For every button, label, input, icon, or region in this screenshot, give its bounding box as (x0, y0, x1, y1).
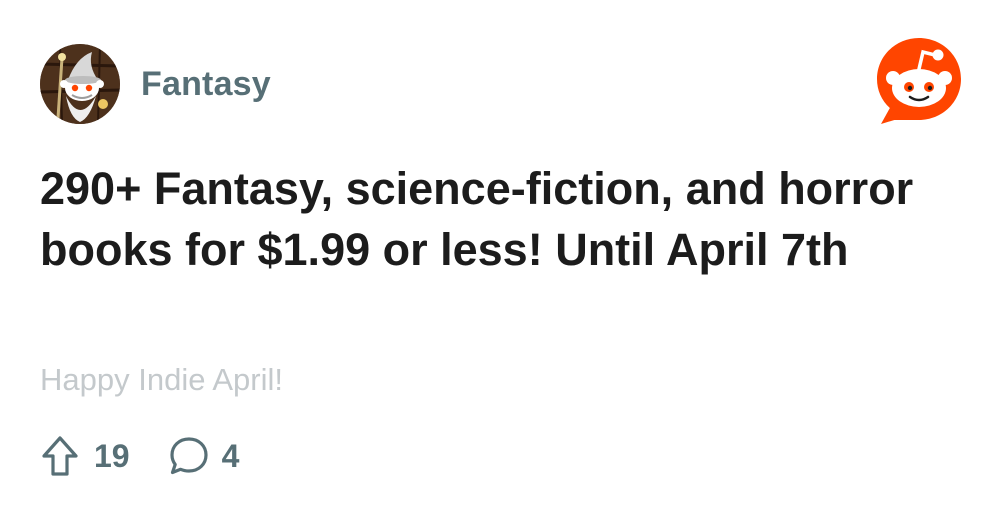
upvote-count: 19 (94, 437, 130, 474)
comment-count: 4 (221, 437, 240, 474)
upvote-arrow-icon[interactable] (40, 434, 80, 478)
community-name[interactable]: Fantasy (141, 65, 271, 104)
comment-bubble-icon[interactable] (168, 435, 210, 477)
post-actions: 19 4 (40, 432, 239, 480)
upvote-button[interactable]: 19 (40, 434, 130, 478)
post-card[interactable]: Fantasy 290+ Fantasy, science-fiction, a… (0, 0, 1000, 521)
wizard-snoo-icon (40, 44, 120, 124)
comments-button[interactable]: 4 (168, 435, 240, 477)
community-avatar[interactable] (40, 44, 120, 124)
post-header: Fantasy (40, 44, 271, 124)
post-body-preview: Happy Indie April! (40, 362, 283, 397)
post-title[interactable]: 290+ Fantasy, science-fiction, and horro… (40, 158, 940, 280)
reddit-logo-icon (875, 36, 963, 126)
